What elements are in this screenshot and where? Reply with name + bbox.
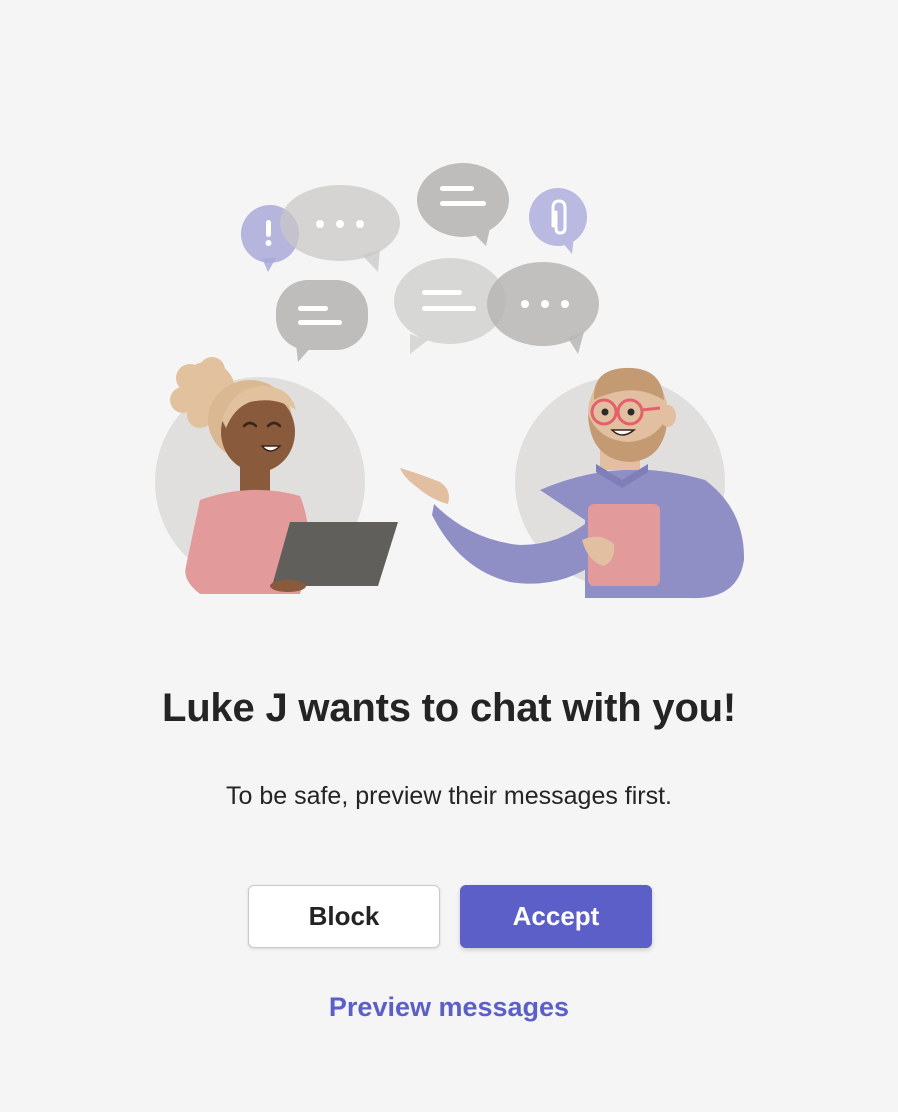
chat-request-page: Luke J wants to chat with you! To be saf… <box>0 0 898 1112</box>
accept-button[interactable]: Accept <box>460 885 652 948</box>
page-title: Luke J wants to chat with you! <box>161 686 737 730</box>
paperclip-bubble-icon <box>529 188 587 254</box>
block-button[interactable]: Block <box>248 885 440 948</box>
preview-messages-link[interactable]: Preview messages <box>0 992 898 1023</box>
page-subtitle: To be safe, preview their messages first… <box>225 782 673 810</box>
text-lines-bubble-left-icon <box>276 280 368 362</box>
ellipsis-bubble-right-icon <box>487 262 599 354</box>
text-lines-bubble-icon <box>417 163 509 246</box>
ellipsis-bubble-icon <box>280 185 400 272</box>
chat-illustration <box>155 163 745 599</box>
